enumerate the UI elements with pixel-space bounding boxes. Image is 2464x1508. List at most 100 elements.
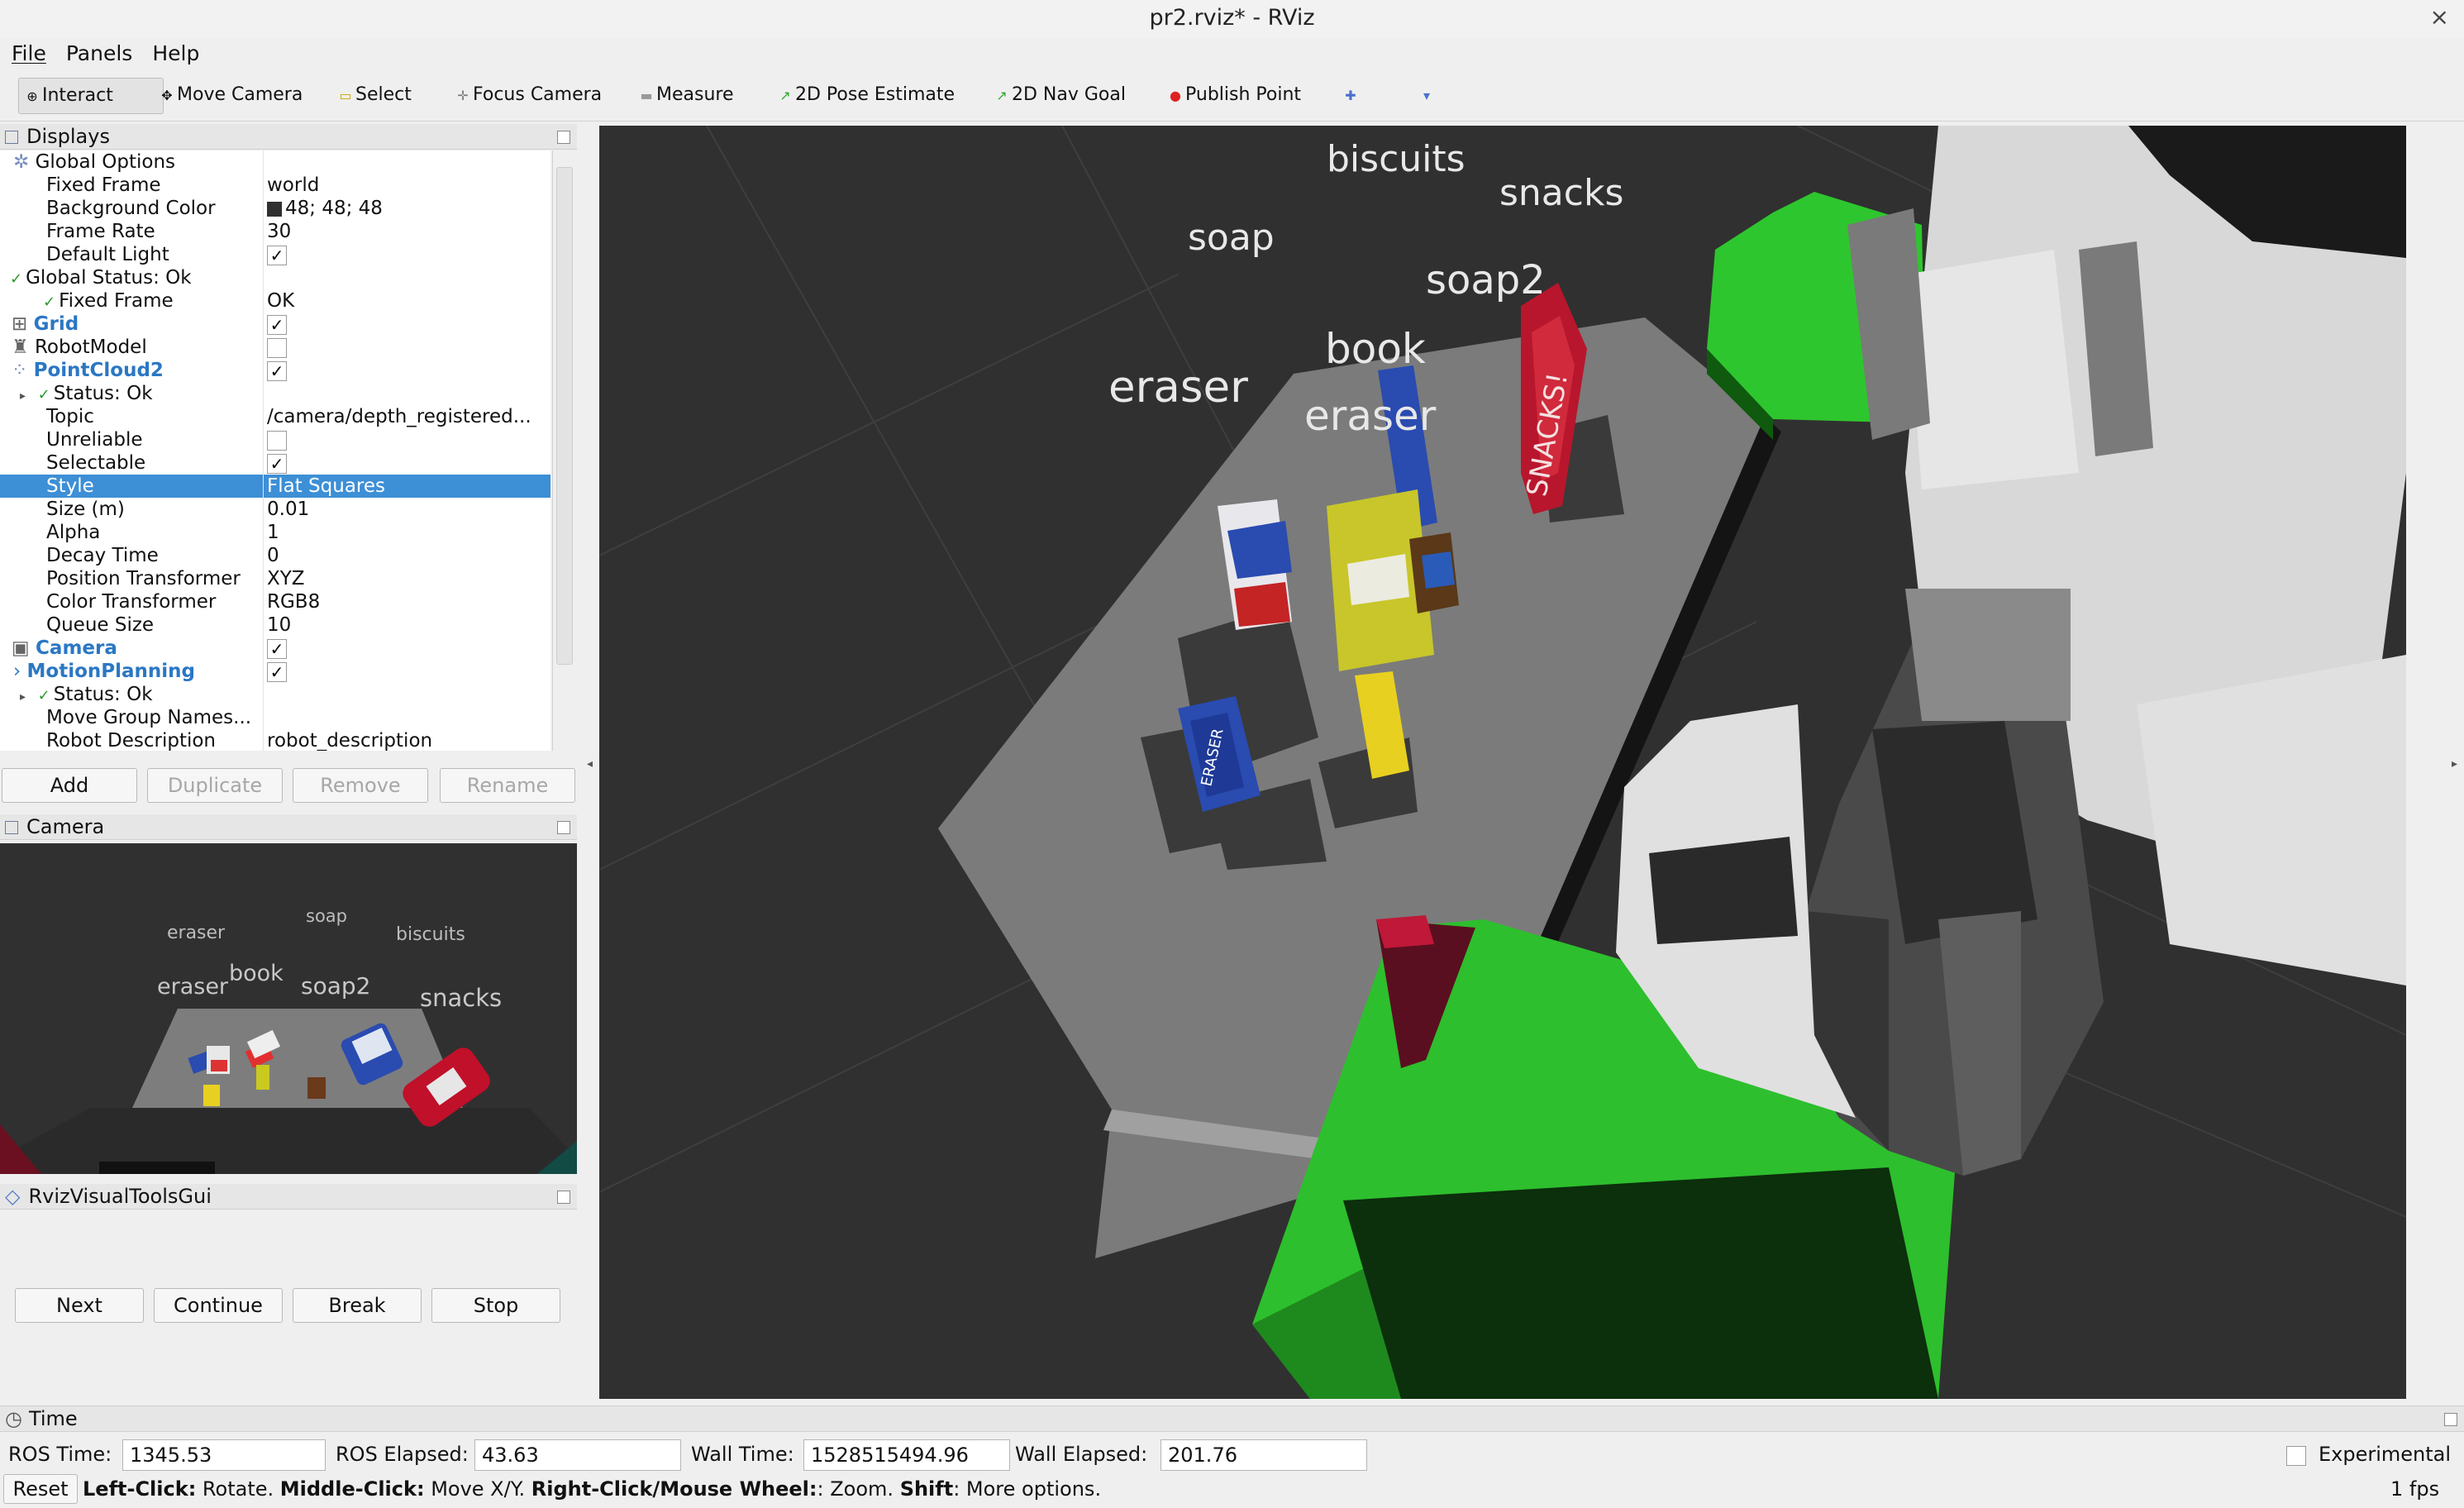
move-camera-tool[interactable]: ✥ Move Camera xyxy=(154,78,309,112)
tree-row-size[interactable]: Size (m) 0.01 xyxy=(0,498,550,521)
publish-point-tool[interactable]: ● Publish Point xyxy=(1162,78,1308,112)
focus-camera-tool[interactable]: ✛ Focus Camera xyxy=(450,78,608,112)
default-light-checkbox[interactable]: ✓ xyxy=(267,245,287,265)
diamond-icon: ◇ xyxy=(5,1185,21,1208)
focus-camera-label: Focus Camera xyxy=(473,84,603,105)
tree-row-camera[interactable]: ▣ Camera ✓ xyxy=(0,637,550,660)
clock-icon: ◷ xyxy=(5,1407,22,1430)
tree-row-unreliable[interactable]: Unreliable xyxy=(0,428,550,451)
scrollbar-thumb[interactable] xyxy=(556,167,573,665)
camera-view[interactable]: eraser soap biscuits eraser book soap2 s… xyxy=(0,843,577,1174)
undock-icon[interactable] xyxy=(2444,1413,2457,1426)
scene-3d: SNACKS! ERASER biscuits snacks soap soap… xyxy=(599,126,2406,1399)
tree-row-motionplanning[interactable]: › MotionPlanning ✓ xyxy=(0,660,550,683)
displays-scrollbar[interactable] xyxy=(552,150,576,751)
undock-icon[interactable] xyxy=(557,821,570,834)
displays-title: Displays xyxy=(26,125,110,148)
robotmodel-checkbox[interactable] xyxy=(267,337,287,358)
stop-button[interactable]: Stop xyxy=(431,1288,560,1323)
displays-tree[interactable]: ✲ Global Options Fixed Frame world Backgr… xyxy=(0,150,550,751)
next-button[interactable]: Next xyxy=(15,1288,144,1323)
render-viewport[interactable]: SNACKS! ERASER biscuits snacks soap soap… xyxy=(599,126,2406,1399)
tree-row-frame-rate[interactable]: Frame Rate 30 xyxy=(0,220,550,243)
camera-checkbox[interactable]: ✓ xyxy=(267,638,287,659)
focus-icon: ✛ xyxy=(457,88,469,103)
tree-row-color-transformer[interactable]: Color Transformer RGB8 xyxy=(0,590,550,613)
tree-row-default-light[interactable]: Default Light ✓ xyxy=(0,243,550,266)
tree-row-robot-description[interactable]: Robot Description robot_description xyxy=(0,729,550,751)
camera-icon xyxy=(5,821,18,834)
wall-elapsed-field[interactable]: 201.76 xyxy=(1161,1439,1367,1471)
label-biscuits: biscuits xyxy=(1327,138,1466,180)
unreliable-checkbox[interactable] xyxy=(267,430,287,451)
grid-checkbox[interactable]: ✓ xyxy=(267,314,287,335)
pose-estimate-tool[interactable]: ↗ 2D Pose Estimate xyxy=(772,78,961,112)
rename-button[interactable]: Rename xyxy=(440,768,575,803)
break-button[interactable]: Break xyxy=(293,1288,422,1323)
ros-time-field[interactable]: 1345.53 xyxy=(122,1439,326,1471)
left-splitter-handle[interactable]: ◂ xyxy=(587,757,593,771)
tree-row-global-options[interactable]: ✲ Global Options xyxy=(0,150,550,174)
experimental-checkbox[interactable] xyxy=(2286,1446,2306,1466)
right-splitter-handle[interactable]: ▸ xyxy=(2452,757,2457,771)
color-swatch[interactable] xyxy=(267,201,282,217)
window-title: pr2.rviz* - RViz xyxy=(1149,5,1315,31)
close-icon[interactable]: × xyxy=(2430,3,2449,31)
tree-row-alpha[interactable]: Alpha 1 xyxy=(0,521,550,544)
time-title: Time xyxy=(28,1407,78,1430)
tree-row-pointcloud2[interactable]: ⁘ PointCloud2 ✓ xyxy=(0,359,550,382)
select-label: Select xyxy=(355,84,412,105)
duplicate-button[interactable]: Duplicate xyxy=(147,768,283,803)
camera-label-soap2: soap2 xyxy=(301,972,371,1000)
label-soap2: soap2 xyxy=(1426,257,1546,303)
tree-row-status-fixed-frame[interactable]: ✓ Fixed Frame OK xyxy=(0,289,550,313)
tree-row-mp-status[interactable]: ▸ ✓ Status: Ok xyxy=(0,683,550,706)
selectable-checkbox[interactable]: ✓ xyxy=(267,453,287,474)
menu-file[interactable]: File xyxy=(12,38,46,69)
tree-row-move-group-names[interactable]: Move Group Names... xyxy=(0,706,550,729)
tree-row-style[interactable]: Style Flat Squares xyxy=(0,475,550,498)
ruler-icon: ▬ xyxy=(640,88,653,103)
reset-button[interactable]: Reset xyxy=(3,1474,78,1504)
remove-button[interactable]: Remove xyxy=(293,768,428,803)
add-tool-button[interactable]: ✚ xyxy=(1337,78,1367,112)
label-snacks: snacks xyxy=(1499,172,1623,214)
wall-time-label: Wall Time: xyxy=(691,1443,794,1466)
tree-row-queue-size[interactable]: Queue Size 10 xyxy=(0,613,550,637)
undock-icon[interactable] xyxy=(557,1191,570,1204)
menu-help[interactable]: Help xyxy=(152,38,199,69)
tree-row-status-ok[interactable]: ▸ ✓ Status: Ok xyxy=(0,382,550,405)
continue-button[interactable]: Continue xyxy=(154,1288,283,1323)
nav-goal-tool[interactable]: ↗ 2D Nav Goal xyxy=(989,78,1132,112)
tree-row-robotmodel[interactable]: ♜ RobotModel xyxy=(0,336,550,359)
interact-label: Interact xyxy=(42,85,113,106)
wall-time-field[interactable]: 1528515494.96 xyxy=(803,1439,1010,1471)
select-tool[interactable]: ▭ Select xyxy=(332,78,418,112)
fps-readout: 1 fps xyxy=(2390,1477,2440,1501)
tree-row-position-transformer[interactable]: Position Transformer XYZ xyxy=(0,567,550,590)
measure-tool[interactable]: ▬ Measure xyxy=(633,78,741,112)
publish-point-label: Publish Point xyxy=(1185,84,1302,105)
tree-row-background-color[interactable]: Background Color 48; 48; 48 xyxy=(0,197,550,220)
toolbar: ⊕ Interact ✥ Move Camera ▭ Select ✛ Focus Ca… xyxy=(0,69,2464,122)
tree-row-topic[interactable]: Topic/camera/depth_registered... xyxy=(0,405,550,428)
tree-row-decay-time[interactable]: Decay Time 0 xyxy=(0,544,550,567)
tree-row-fixed-frame[interactable]: Fixed Frame world xyxy=(0,174,550,197)
tree-row-grid[interactable]: ⊞ Grid ✓ xyxy=(0,313,550,336)
pose-estimate-label: 2D Pose Estimate xyxy=(795,84,956,105)
cursor-icon: ⊕ xyxy=(26,88,38,104)
remove-tool-button[interactable]: ▾ xyxy=(1413,78,1443,112)
tree-row-selectable[interactable]: Selectable ✓ xyxy=(0,451,550,475)
move-camera-label: Move Camera xyxy=(177,84,303,105)
menu-panels[interactable]: Panels xyxy=(66,38,132,69)
pointcloud2-checkbox[interactable]: ✓ xyxy=(267,360,287,381)
tree-row-global-status[interactable]: ✓ Global Status: Ok xyxy=(0,266,550,289)
pin-icon: ● xyxy=(1170,88,1181,103)
time-panel: ◷ Time ROS Time: 1345.53 ROS Elapsed: 43.… xyxy=(0,1405,2464,1508)
add-button[interactable]: Add xyxy=(2,768,137,803)
interact-tool[interactable]: ⊕ Interact xyxy=(18,78,164,114)
ros-elapsed-field[interactable]: 43.63 xyxy=(474,1439,681,1471)
arrow-icon: ↗ xyxy=(779,88,791,103)
motionplanning-checkbox[interactable]: ✓ xyxy=(267,661,287,682)
undock-icon[interactable] xyxy=(557,131,570,144)
